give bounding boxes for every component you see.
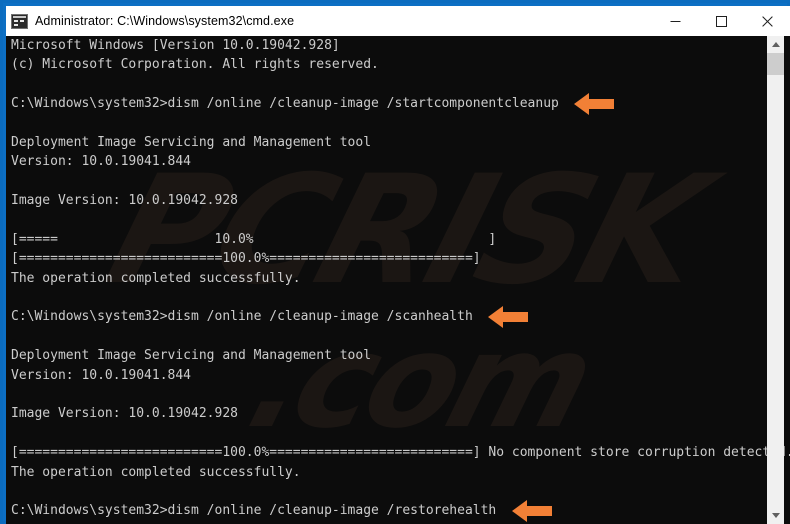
terminal-line: Version: 10.0.19041.844 <box>11 154 192 170</box>
terminal-line: Microsoft Windows [Version 10.0.19042.92… <box>11 38 340 53</box>
terminal-line: [===== 10.0% ] <box>11 231 497 247</box>
console-client-area[interactable]: PCRISK .com Microsoft Windows [Version 1… <box>6 36 790 524</box>
terminal-line: The operation completed successfully. <box>11 464 301 480</box>
terminal-line: (c) Microsoft Corporation. All rights re… <box>11 57 379 73</box>
terminal-line: Deployment Image Servicing and Managemen… <box>11 348 372 364</box>
terminal-line: C:\Windows\system32>dism /online /cleanu… <box>11 306 771 329</box>
scroll-up-button[interactable] <box>767 36 784 53</box>
terminal-line: C:\Windows\system32>dism /online /cleanu… <box>11 500 771 523</box>
window-controls <box>652 6 790 36</box>
console-scrollbar[interactable] <box>767 36 784 524</box>
window-title: Administrator: C:\Windows\system32\cmd.e… <box>35 14 295 28</box>
scroll-down-button[interactable] <box>767 507 784 524</box>
terminal-line: C:\Windows\system32>dism /online /cleanu… <box>11 93 771 116</box>
terminal-line: Image Version: 10.0.19042.928 <box>11 406 238 422</box>
terminal-line: Image Version: 10.0.19042.928 <box>11 193 238 209</box>
terminal-line: Version: 10.0.19041.844 <box>11 367 192 383</box>
maximize-button[interactable] <box>698 6 744 36</box>
terminal-line: [==========================100.0%=======… <box>11 251 481 267</box>
minimize-button[interactable] <box>652 6 698 36</box>
title-bar[interactable]: Administrator: C:\Windows\system32\cmd.e… <box>6 6 790 36</box>
terminal-line: Deployment Image Servicing and Managemen… <box>11 134 372 150</box>
cmd-icon <box>11 13 28 29</box>
scrollbar-thumb[interactable] <box>767 53 784 75</box>
terminal-line: The operation completed successfully. <box>11 270 301 286</box>
terminal-output: Microsoft Windows [Version 10.0.19042.92… <box>11 36 790 524</box>
terminal-line: [==========================100.0%=======… <box>11 445 790 461</box>
scrollbar-track[interactable] <box>767 75 784 507</box>
cmd-window: Administrator: C:\Windows\system32\cmd.e… <box>0 0 790 524</box>
close-button[interactable] <box>744 6 790 36</box>
